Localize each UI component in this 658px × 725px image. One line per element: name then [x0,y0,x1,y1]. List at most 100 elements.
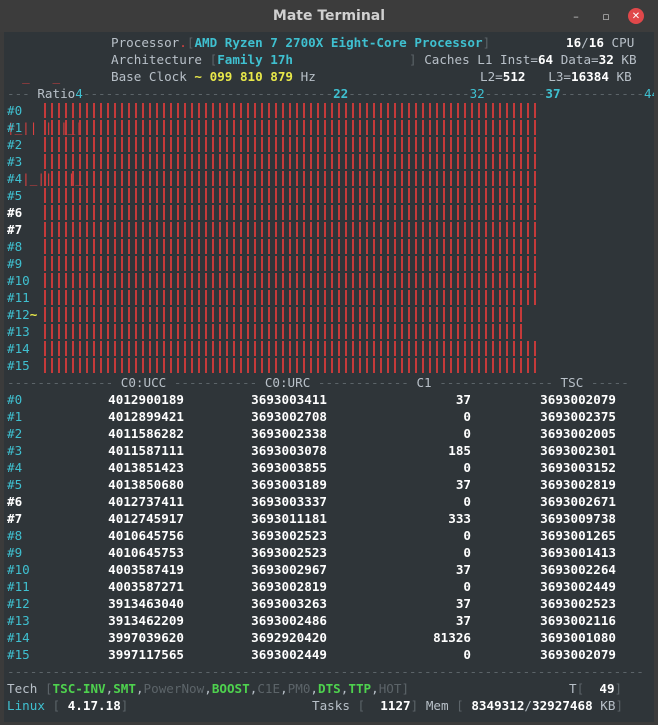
ratio-bar [331,239,333,254]
ratio-bar [233,358,235,373]
ratio-bar [114,205,116,220]
ratio-bar [492,256,494,271]
ratio-bar [324,222,326,237]
ratio-bar [408,205,410,220]
ratio-bar [177,154,179,169]
ratio-bar [310,154,312,169]
ratio-bar [156,222,158,237]
tech-label: Tech [7,681,38,696]
ratio-bar [352,239,354,254]
c1-value: 0 [463,545,471,560]
ratio-bar [534,103,536,118]
ratio-bar [485,103,487,118]
ratio-bar [527,205,529,220]
ratio-bar [79,103,81,118]
ratio-bar [205,324,207,339]
ratio-bar [296,273,298,288]
ratio-bar [394,120,396,135]
ratio-bar [135,154,137,169]
tsc-value: 3693002116 [540,613,616,628]
ratio-bar [492,290,494,305]
ratio-bar [282,205,284,220]
ratio-bar [422,222,424,237]
ratio-bar [492,137,494,152]
ratio-bar [212,341,214,356]
ratio-bar [233,154,235,169]
ratio-bar [457,205,459,220]
close-icon[interactable]: ✕ [628,8,644,24]
ratio-bar [93,358,95,373]
ratio-bar [135,290,137,305]
ratio-bar [205,205,207,220]
ratio-bar [303,256,305,271]
table-row-id: #8 [7,528,23,543]
ratio-bar [485,188,487,203]
ratio-bar [121,307,123,322]
maximize-icon[interactable]: ▫ [598,8,614,24]
ratio-bar [100,103,102,118]
ratio-bar [352,154,354,169]
ratio-bar [513,341,515,356]
ratio-bar [485,358,487,373]
ratio-bar [534,171,536,186]
ratio-bar [268,341,270,356]
ratio-bar [394,103,396,118]
ratio-bar [324,358,326,373]
ratio-bar [303,154,305,169]
ratio-bar [268,307,270,322]
ratio-bar [520,154,522,169]
ratio-bar [520,137,522,152]
c1-value: 37 [455,392,471,407]
ratio-bar [464,120,466,135]
ratio-bar [429,307,431,322]
ratio-bar [401,341,403,356]
ratio-bar [443,188,445,203]
ratio-bar [198,120,200,135]
ratio-bar [359,239,361,254]
ratio-bar [408,171,410,186]
ratio-bar [219,171,221,186]
c0-ucc-value: 4013850680 [108,477,184,492]
ratio-bar [380,222,382,237]
ratio-bar [254,341,256,356]
terminal-content[interactable]: _ _ |_|| | |_| |_|| |_| Processor.[AMD R… [4,32,654,722]
ratio-bar [527,137,529,152]
ratio-bar [282,341,284,356]
ratio-bar [170,103,172,118]
ratio-bar [233,171,235,186]
ratio-bar [499,188,501,203]
ratio-bar [226,290,228,305]
ratio-bar [331,103,333,118]
ratio-bar [198,256,200,271]
ratio-bar [513,290,515,305]
ratio-row-id: #12 [7,307,30,322]
ratio-bar [282,239,284,254]
ratio-bar [324,290,326,305]
minimize-icon[interactable]: – [568,8,584,24]
ratio-row-id: #15 [7,358,30,373]
title-bar[interactable]: Mate Terminal – ▫ ✕ [0,0,658,32]
tasks-mem: Tasks [ 1127] Mem [ 8349312/32927468 KB] [312,698,624,713]
ratio-bar [198,103,200,118]
ratio-bar [345,171,347,186]
ratio-bar [499,205,501,220]
tech-flag-dts: DTS [318,681,341,696]
ratio-bar [380,273,382,288]
ratio-bar [135,273,137,288]
ratio-tick: 32 [469,86,485,101]
ratio-bar [415,222,417,237]
ratio-bar [65,171,67,186]
ratio-bar [282,103,284,118]
ratio-bar [72,324,74,339]
ratio-bar [156,358,158,373]
ratio-bar [296,239,298,254]
ratio-bar [520,103,522,118]
ratio-bar [135,103,137,118]
ratio-bar [100,307,102,322]
ratio-bar [254,358,256,373]
ratio-bar [506,120,508,135]
ratio-bar [121,273,123,288]
ratio-bar [268,171,270,186]
ratio-bar [513,273,515,288]
ratio-bar [401,307,403,322]
